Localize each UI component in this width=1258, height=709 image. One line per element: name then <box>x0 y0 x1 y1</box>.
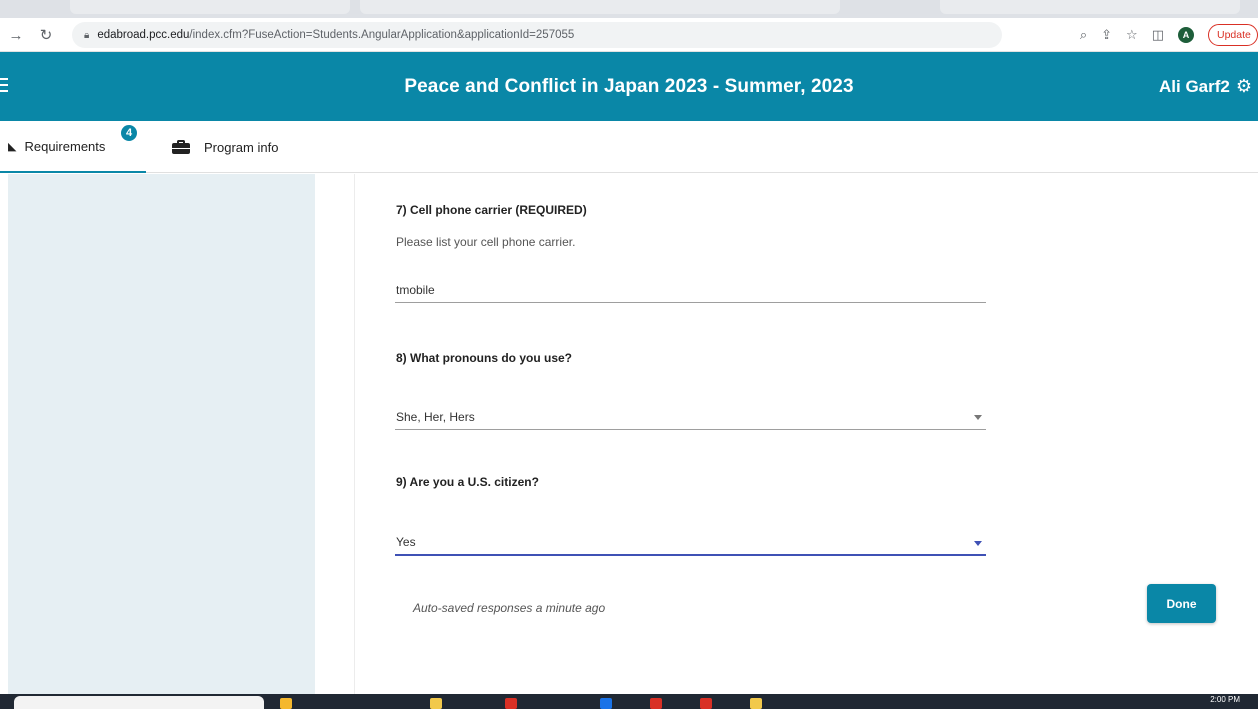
tab-label: Program info <box>204 139 279 155</box>
browser-tab[interactable] <box>940 0 1240 14</box>
reload-icon[interactable]: ↻ <box>34 23 58 47</box>
browser-tab-strip <box>0 0 1258 18</box>
question-title: 7) Cell phone carrier (REQUIRED) <box>396 203 587 217</box>
field-value: Yes <box>396 535 416 549</box>
taskbar-clock: 2:00 PM <box>1210 695 1240 704</box>
forward-icon[interactable]: → <box>4 23 28 47</box>
page-title: Peace and Conflict in Japan 2023 - Summe… <box>404 76 854 97</box>
user-name: Ali Garf2 <box>1159 76 1230 96</box>
lock-icon: 🔒︎ <box>84 29 90 41</box>
cell-carrier-input[interactable]: tmobile <box>395 277 986 303</box>
chevron-down-icon <box>974 541 982 546</box>
app-icon[interactable] <box>505 698 517 709</box>
field-value: tmobile <box>396 282 435 297</box>
app-icon[interactable] <box>700 698 712 709</box>
browser-tab[interactable] <box>360 0 840 14</box>
tab-requirements[interactable]: ◣ Requirements 4 <box>0 121 146 173</box>
tab-label: Requirements <box>24 138 106 154</box>
app-icon[interactable] <box>600 698 612 709</box>
divider <box>354 174 355 694</box>
zoom-icon[interactable]: ⌕ <box>1080 27 1087 43</box>
app-icon[interactable] <box>650 698 662 709</box>
field-value: She, Her, Hers <box>396 409 475 424</box>
question-title: 8) What pronouns do you use? <box>396 351 572 365</box>
update-button[interactable]: Update <box>1208 24 1258 46</box>
requirements-count-badge: 4 <box>119 123 139 143</box>
citizenship-select[interactable]: Yes <box>395 530 986 556</box>
app-header: Peace and Conflict in Japan 2023 - Summe… <box>0 52 1258 121</box>
question-help: Please list your cell phone carrier. <box>396 235 576 249</box>
taskbar-search[interactable] <box>14 696 264 709</box>
tab-program-info[interactable]: Program info <box>172 121 278 173</box>
requirements-icon: ◣ <box>8 140 17 153</box>
address-bar[interactable]: 🔒︎ edabroad.pcc.edu/index.cfm?FuseAction… <box>72 22 1002 48</box>
sidebar-panel <box>8 174 315 694</box>
tab-bar: ◣ Requirements 4 Program info <box>0 121 1258 173</box>
browser-tab[interactable] <box>70 0 350 14</box>
app-window: → ↻ 🔒︎ edabroad.pcc.edu/index.cfm?FuseAc… <box>0 0 1258 709</box>
chevron-down-icon <box>974 415 982 420</box>
share-icon[interactable]: ⇪ <box>1101 27 1112 43</box>
widget-icon[interactable] <box>280 698 292 709</box>
os-taskbar: 2:00 PM <box>0 694 1258 709</box>
user-menu[interactable]: Ali Garf2 ⚙ <box>1159 76 1252 97</box>
gear-icon[interactable]: ⚙ <box>1236 76 1252 97</box>
done-button[interactable]: Done <box>1147 584 1216 623</box>
profile-avatar[interactable]: A <box>1178 27 1194 43</box>
file-explorer-icon[interactable] <box>430 698 442 709</box>
question-title: 9) Are you a U.S. citizen? <box>396 475 539 489</box>
browser-toolbar: → ↻ 🔒︎ edabroad.pcc.edu/index.cfm?FuseAc… <box>0 18 1258 52</box>
url-host: edabroad.pcc.edu <box>97 29 190 41</box>
side-panel-icon[interactable]: ◫ <box>1152 27 1164 43</box>
url-path: /index.cfm?FuseAction=Students.AngularAp… <box>189 29 575 41</box>
pronouns-select[interactable]: She, Her, Hers <box>395 404 986 430</box>
autosave-status: Auto-saved responses a minute ago <box>413 601 606 615</box>
bookmark-star-icon[interactable]: ☆ <box>1126 27 1138 43</box>
browser-actions: ⌕ ⇪ ☆ ◫ A Update <box>1080 18 1258 52</box>
briefcase-icon <box>172 140 190 154</box>
chrome-icon[interactable] <box>750 698 762 709</box>
